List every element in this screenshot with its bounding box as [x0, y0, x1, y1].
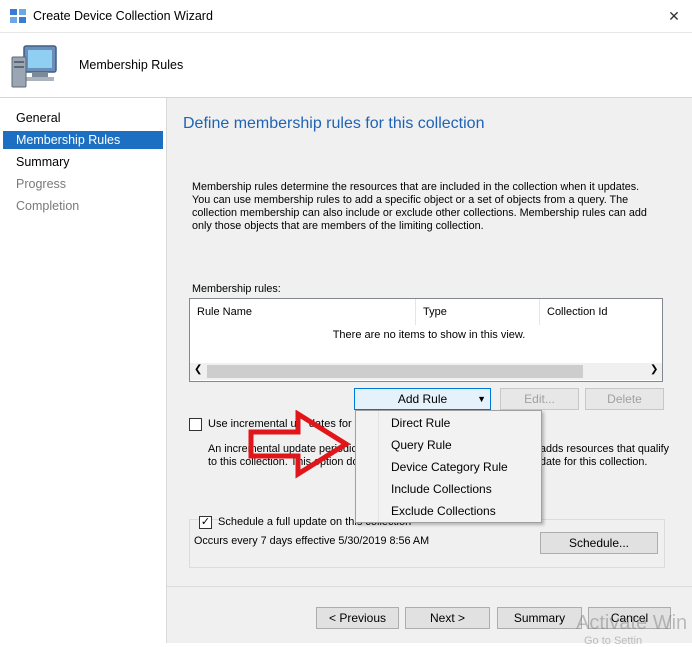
menu-item-include-collections[interactable]: Include Collections	[391, 478, 492, 500]
edit-button[interactable]: Edit...	[500, 388, 579, 410]
menu-item-exclude-collections[interactable]: Exclude Collections	[391, 500, 496, 522]
section-heading: Define membership rules for this collect…	[183, 115, 485, 132]
next-button[interactable]: Next >	[405, 607, 490, 629]
column-header-collection-id[interactable]: Collection Id	[540, 299, 662, 325]
menu-item-query-rule[interactable]: Query Rule	[391, 434, 452, 456]
incremental-desc-right-line1: adds resources that qualify	[540, 443, 670, 455]
scroll-left-icon[interactable]: ❮	[194, 364, 202, 375]
add-rule-label: Add Rule	[397, 392, 448, 406]
membership-rules-list[interactable]: Rule Name Type Collection Id There are n…	[189, 298, 663, 382]
step-general[interactable]: General	[3, 109, 163, 127]
membership-description: Membership rules determine the resources…	[192, 181, 647, 232]
menu-item-direct-rule[interactable]: Direct Rule	[391, 412, 450, 434]
red-arrow-annotation-icon	[248, 410, 351, 479]
schedule-description: Occurs every 7 days effective 5/30/2019 …	[194, 535, 430, 547]
empty-list-message: There are no items to show in this view.	[332, 329, 526, 341]
horizontal-scrollbar[interactable]: ❮ ❯	[190, 363, 662, 380]
scrollbar-thumb[interactable]	[207, 365, 583, 378]
incremental-desc-right-line2: date for this collection.	[540, 456, 648, 468]
incremental-updates-checkbox[interactable]	[189, 418, 202, 431]
incremental-desc-right: adds resources that qualify date for thi…	[540, 443, 669, 469]
previous-button[interactable]: < Previous	[316, 607, 399, 629]
menu-gutter	[378, 411, 379, 522]
add-rule-dropdown-menu: Direct Rule Query Rule Device Category R…	[355, 410, 542, 523]
schedule-button[interactable]: Schedule...	[540, 532, 658, 554]
activation-watermark-sub: Go to Settin	[584, 635, 643, 647]
summary-button[interactable]: Summary	[497, 607, 582, 629]
step-summary[interactable]: Summary	[3, 153, 163, 171]
step-completion: Completion	[16, 199, 80, 213]
wizard-app-icon	[10, 9, 26, 23]
dropdown-caret-icon: ▼	[477, 394, 486, 404]
column-header-type[interactable]: Type	[416, 299, 540, 325]
delete-button[interactable]: Delete	[585, 388, 664, 410]
wizard-steps-sidebar: General Membership Rules Summary Progres…	[0, 98, 167, 643]
column-header-rule-name[interactable]: Rule Name	[190, 299, 416, 325]
title-bar: Create Device Collection Wizard ✕	[0, 0, 692, 33]
window-title: Create Device Collection Wizard	[33, 9, 213, 23]
wizard-window: Create Device Collection Wizard ✕ Member…	[0, 0, 692, 647]
menu-item-device-category-rule[interactable]: Device Category Rule	[391, 456, 508, 478]
step-progress: Progress	[16, 177, 67, 191]
computer-icon	[11, 45, 57, 88]
membership-rules-label: Membership rules:	[192, 283, 281, 295]
add-rule-button[interactable]: Add Rule ▼	[354, 388, 491, 410]
schedule-full-update-checkbox[interactable]: ✓	[199, 516, 212, 529]
step-membership-rules[interactable]: Membership Rules	[3, 131, 163, 149]
page-title: Membership Rules	[79, 58, 184, 72]
scroll-right-icon[interactable]: ❯	[650, 364, 658, 375]
wizard-header: Membership Rules	[0, 33, 692, 98]
activation-watermark: Activate Win	[576, 612, 688, 634]
close-icon[interactable]: ✕	[664, 6, 684, 26]
